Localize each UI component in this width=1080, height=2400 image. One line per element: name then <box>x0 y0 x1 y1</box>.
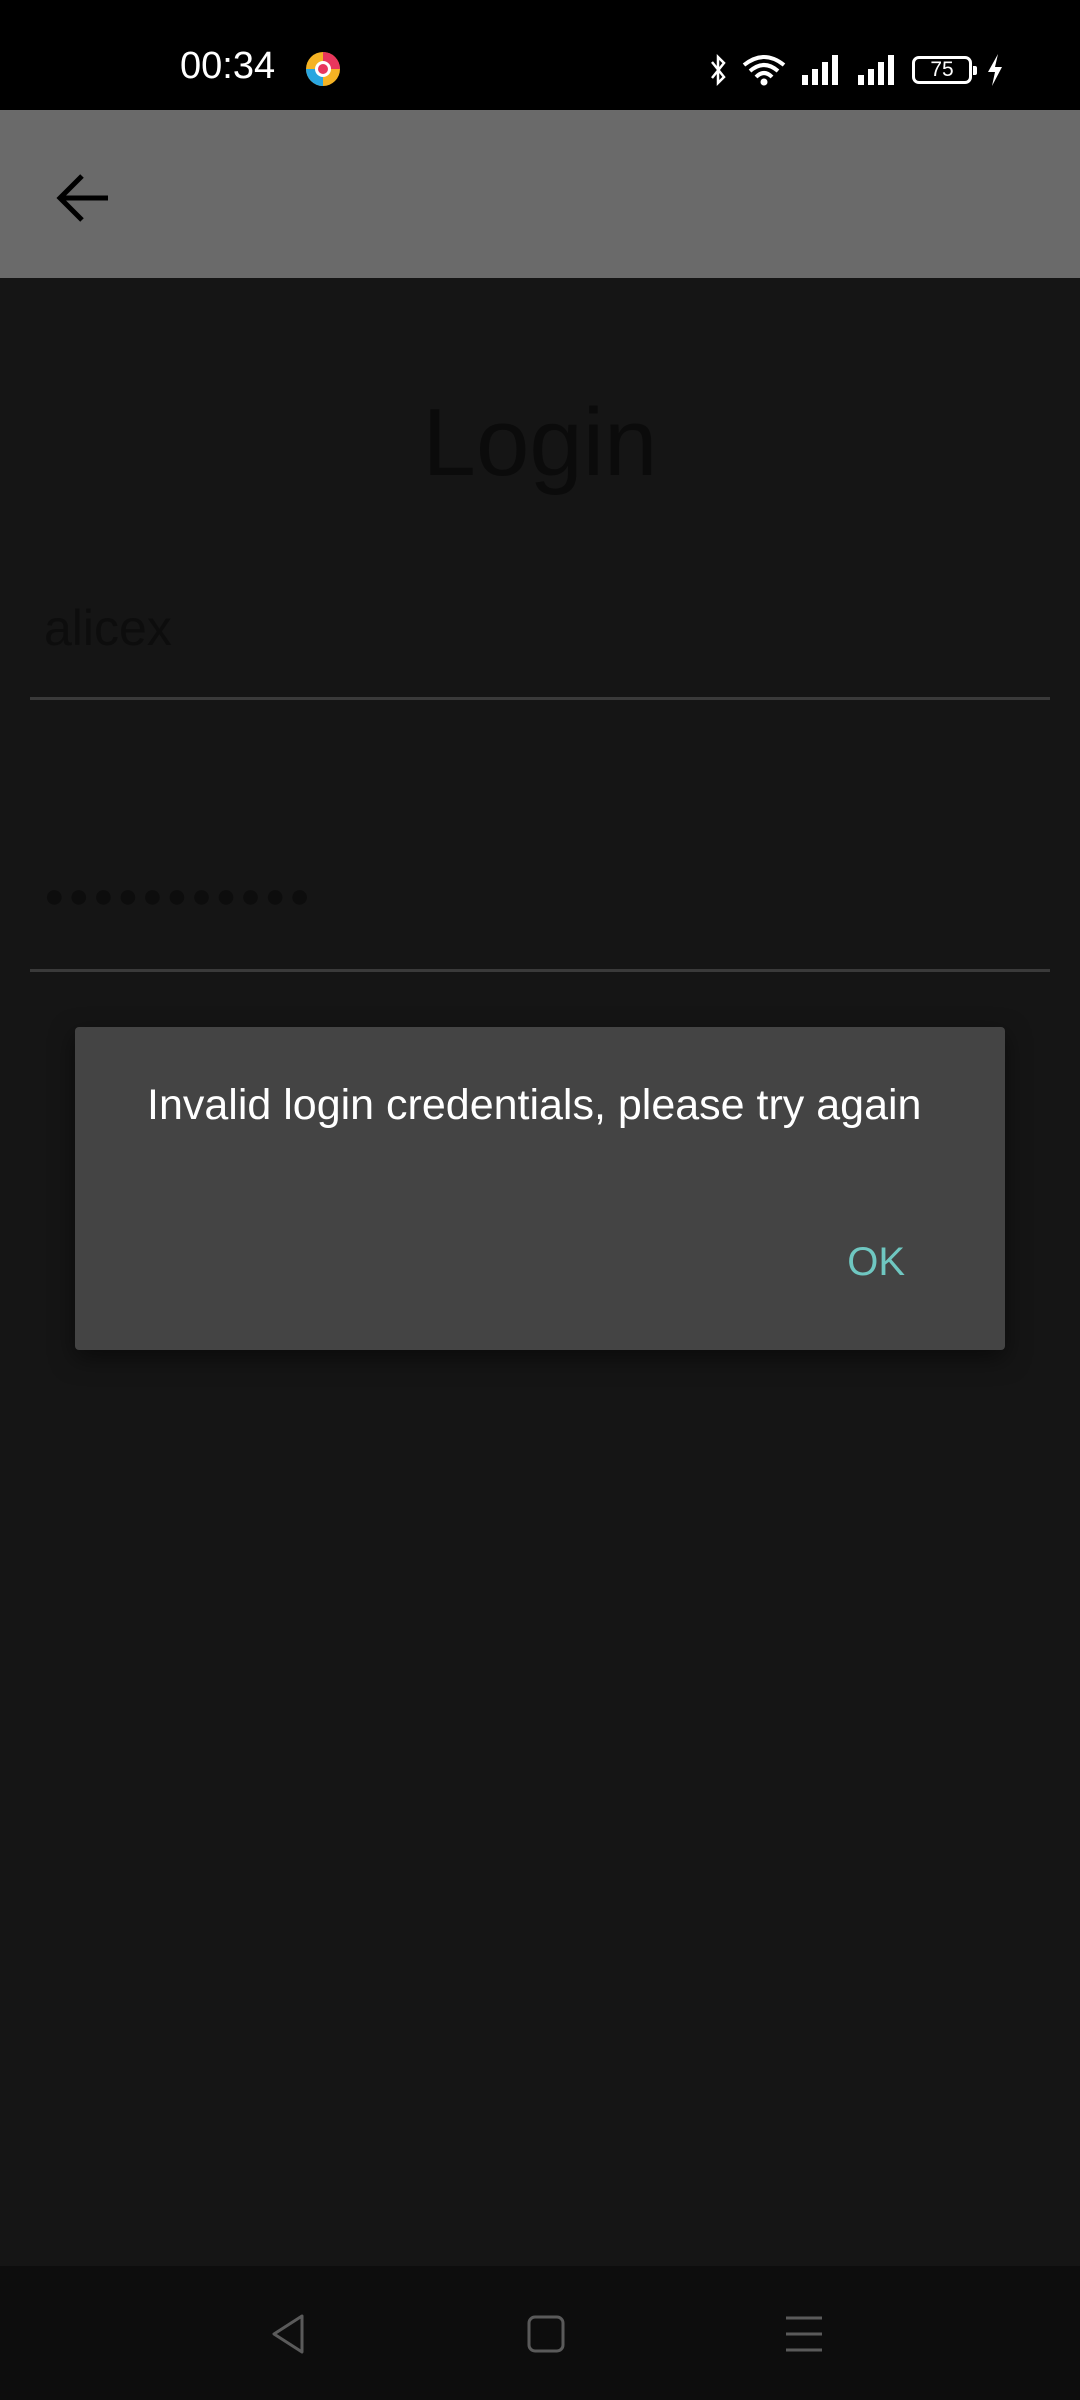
signal-icon <box>858 55 894 85</box>
status-icons: 75 <box>708 50 1004 90</box>
username-field[interactable]: alicex <box>30 578 1050 700</box>
toolbar <box>0 110 1080 278</box>
password-field[interactable]: ●●●●●●●●●●● <box>30 838 1050 972</box>
app-notification-icon <box>304 50 342 88</box>
battery-icon: 75 <box>912 56 977 84</box>
nav-back-icon[interactable] <box>262 2306 318 2362</box>
status-bar: 00:34 75 <box>0 0 1080 110</box>
password-value: ●●●●●●●●●●● <box>44 877 314 915</box>
charging-icon <box>988 54 1002 86</box>
ok-button[interactable]: OK <box>847 1237 905 1287</box>
username-value: alicex <box>44 600 172 656</box>
bluetooth-icon <box>711 53 726 87</box>
signal-icon <box>802 55 838 85</box>
nav-home-icon[interactable] <box>518 2306 574 2362</box>
wifi-icon <box>742 55 786 86</box>
battery-level: 75 <box>930 58 954 81</box>
navigation-bar <box>0 2266 1080 2400</box>
nav-recents-icon[interactable] <box>776 2306 832 2362</box>
back-arrow-icon[interactable] <box>52 166 116 230</box>
status-time: 00:34 <box>180 45 276 87</box>
error-dialog: Invalid login credentials, please try ag… <box>75 1027 1005 1350</box>
dialog-message: Invalid login credentials, please try ag… <box>147 1081 922 1129</box>
page-title: Login <box>422 389 658 496</box>
